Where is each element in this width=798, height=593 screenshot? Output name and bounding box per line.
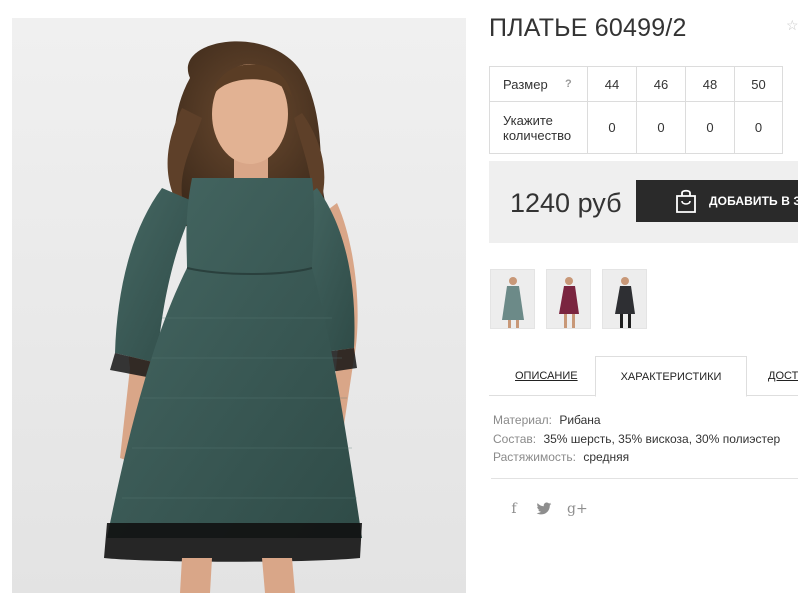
facebook-icon[interactable]: f — [505, 500, 523, 518]
quantity-header-cell: Укажите количество — [489, 101, 588, 154]
divider — [491, 478, 798, 479]
quantity-input[interactable]: 0 — [734, 101, 783, 154]
quantity-row: Укажите количество 0 0 0 0 — [489, 101, 783, 154]
twitter-icon[interactable] — [535, 500, 553, 518]
spec-key: Материал: — [493, 413, 552, 427]
product-tabs: ОПИСАНИЕ ХАРАКТЕРИСТИКИ ДОСТАВКА — [489, 356, 798, 397]
characteristics-list: Материал: Рибана Состав: 35% шерсть, 35%… — [493, 411, 780, 467]
spec-value: 35% шерсть, 35% вискоза, 30% полиэстер — [543, 431, 781, 446]
thumbnail-burgundy[interactable] — [546, 269, 591, 329]
size-help-icon[interactable]: ? — [565, 78, 572, 90]
favorite-star-icon[interactable]: ☆ — [786, 18, 798, 32]
size-option[interactable]: 48 — [685, 66, 735, 102]
dress-photo-icon — [12, 18, 466, 593]
spec-value: средняя — [583, 450, 630, 464]
googleplus-icon[interactable]: g+ — [567, 500, 588, 518]
price-value: 1240 руб — [510, 188, 622, 218]
dress-thumbnail-icon — [603, 270, 646, 328]
thumbnail-black[interactable] — [602, 269, 647, 329]
thumbnail-green[interactable] — [490, 269, 535, 329]
size-table: Размер ? 44 46 48 50 Укажите количество … — [489, 66, 783, 154]
price-bar: 1240 руб ДОБАВИТЬ В ЗАКАЗ — [489, 161, 798, 243]
quantity-input[interactable]: 0 — [636, 101, 686, 154]
spec-key: Состав: — [493, 431, 537, 446]
dress-thumbnail-icon — [491, 270, 534, 328]
size-option[interactable]: 46 — [636, 66, 686, 102]
quantity-input[interactable]: 0 — [587, 101, 637, 154]
quantity-input[interactable]: 0 — [685, 101, 735, 154]
tab-characteristics[interactable]: ХАРАКТЕРИСТИКИ — [595, 356, 747, 397]
spec-key: Растяжимость: — [493, 450, 577, 464]
spec-row: Состав: 35% шерсть, 35% вискоза, 30% пол… — [493, 430, 780, 449]
tab-delivery[interactable]: ДОСТАВКА — [768, 356, 798, 397]
size-header-label: Размер — [503, 76, 548, 92]
tab-description[interactable]: ОПИСАНИЕ — [515, 356, 578, 397]
size-header-cell: Размер ? — [489, 66, 588, 102]
spec-value: Рибана — [559, 413, 601, 427]
add-to-cart-label: ДОБАВИТЬ В ЗАКАЗ — [709, 194, 798, 208]
shopping-bag-icon — [676, 189, 696, 213]
size-option[interactable]: 50 — [734, 66, 783, 102]
spec-row: Растяжимость: средняя — [493, 448, 780, 467]
size-row: Размер ? 44 46 48 50 — [489, 66, 783, 102]
size-option[interactable]: 44 — [587, 66, 637, 102]
product-title: ПЛАТЬЕ 60499/2 — [489, 14, 687, 42]
quantity-label: Укажите количество — [503, 112, 572, 143]
main-product-image[interactable] — [12, 18, 466, 593]
dress-thumbnail-icon — [547, 270, 590, 328]
add-to-cart-button[interactable]: ДОБАВИТЬ В ЗАКАЗ — [636, 180, 798, 222]
spec-row: Материал: Рибана — [493, 411, 780, 430]
